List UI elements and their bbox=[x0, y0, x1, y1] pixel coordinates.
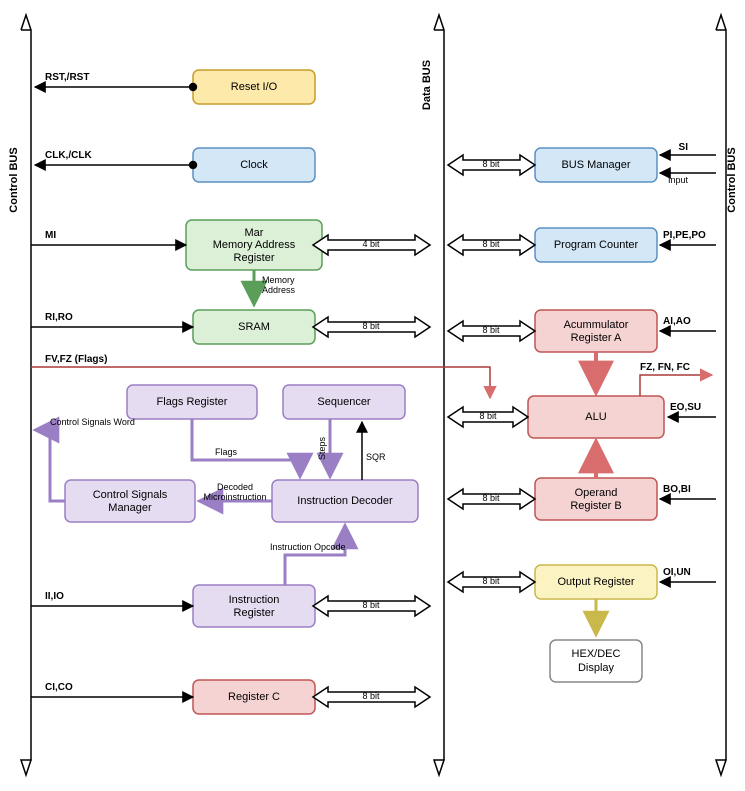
decoded-2: Microinstruction bbox=[203, 492, 266, 502]
pc-label: Program Counter bbox=[554, 239, 639, 251]
mar-l3: Register bbox=[234, 252, 275, 264]
display-l1: HEX/DEC bbox=[572, 648, 621, 660]
memaddr-1: Memory bbox=[262, 275, 295, 285]
sqr-edge: SQR bbox=[366, 452, 386, 462]
display-l2: Display bbox=[578, 662, 615, 674]
pi-signal: PI,PE,PO bbox=[663, 230, 706, 241]
ci-signal: CI,CO bbox=[45, 682, 73, 693]
input-signal: Input bbox=[668, 175, 689, 185]
pc-width: 8 bit bbox=[482, 239, 500, 249]
fz-signal: FZ, FN, FC bbox=[640, 362, 690, 373]
decoded-1: Decoded bbox=[217, 482, 253, 492]
architecture-diagram: Control BUS Data BUS Control BUS Reset I… bbox=[0, 0, 745, 791]
mar-width: 4 bit bbox=[362, 239, 380, 249]
memaddr-2: Address bbox=[262, 285, 296, 295]
ii-signal: II,IO bbox=[45, 591, 64, 602]
steps-edge: Steps bbox=[317, 436, 327, 460]
control-bus-right-label: Control BUS bbox=[726, 147, 738, 212]
csm-l1: Control Signals bbox=[93, 489, 168, 501]
flags-label: Flags Register bbox=[157, 396, 228, 408]
control-bus-left: Control BUS bbox=[8, 15, 31, 775]
opb-width: 8 bit bbox=[482, 493, 500, 503]
csm-l2: Manager bbox=[108, 502, 152, 514]
acc-l2: Register A bbox=[571, 332, 622, 344]
out-label: Output Register bbox=[557, 576, 634, 588]
clock-label: Clock bbox=[240, 159, 268, 171]
data-bus-label: Data BUS bbox=[421, 60, 433, 110]
mar-l1: Mar bbox=[245, 227, 264, 239]
regc-label: Register C bbox=[228, 691, 280, 703]
opcode-edge: Instruction Opcode bbox=[270, 542, 346, 552]
opb-l2: Register B bbox=[570, 500, 621, 512]
ireg-width: 8 bit bbox=[362, 600, 380, 610]
out-width: 8 bit bbox=[482, 576, 500, 586]
fv-signal: FV,FZ (Flags) bbox=[45, 354, 107, 365]
si-signal: SI bbox=[679, 142, 689, 153]
bo-signal: BO,BI bbox=[663, 484, 691, 495]
mi-signal: MI bbox=[45, 230, 56, 241]
reset-io-label: Reset I/O bbox=[231, 81, 278, 93]
ireg-l2: Register bbox=[234, 607, 275, 619]
oi-signal: OI,UN bbox=[663, 567, 691, 578]
alu-label: ALU bbox=[585, 411, 606, 423]
clk-signal: CLK,/CLK bbox=[45, 150, 92, 161]
regc-width: 8 bit bbox=[362, 691, 380, 701]
csw-label: Control Signals Word bbox=[50, 417, 135, 427]
sram-label: SRAM bbox=[238, 321, 270, 333]
eo-signal: EO,SU bbox=[670, 402, 701, 413]
ireg-l1: Instruction bbox=[229, 594, 280, 606]
alu-width: 8 bit bbox=[479, 411, 497, 421]
busman-width: 8 bit bbox=[482, 159, 500, 169]
acc-l1: Acummulator bbox=[564, 319, 629, 331]
flags-edge: Flags bbox=[215, 447, 238, 457]
control-bus-left-label: Control BUS bbox=[8, 147, 20, 212]
busman-label: BUS Manager bbox=[561, 159, 630, 171]
data-bus: Data BUS bbox=[421, 15, 444, 775]
acc-width: 8 bit bbox=[482, 325, 500, 335]
rst-signal: RST,/RST bbox=[45, 72, 89, 83]
sequencer-label: Sequencer bbox=[317, 396, 371, 408]
opb-l1: Operand bbox=[575, 487, 618, 499]
sram-width: 8 bit bbox=[362, 321, 380, 331]
ai-signal: AI,AO bbox=[663, 316, 691, 327]
mar-l2: Memory Address bbox=[213, 239, 296, 251]
ri-signal: RI,RO bbox=[45, 312, 73, 323]
control-bus-right: Control BUS bbox=[716, 15, 738, 775]
idec-label: Instruction Decoder bbox=[297, 495, 393, 507]
